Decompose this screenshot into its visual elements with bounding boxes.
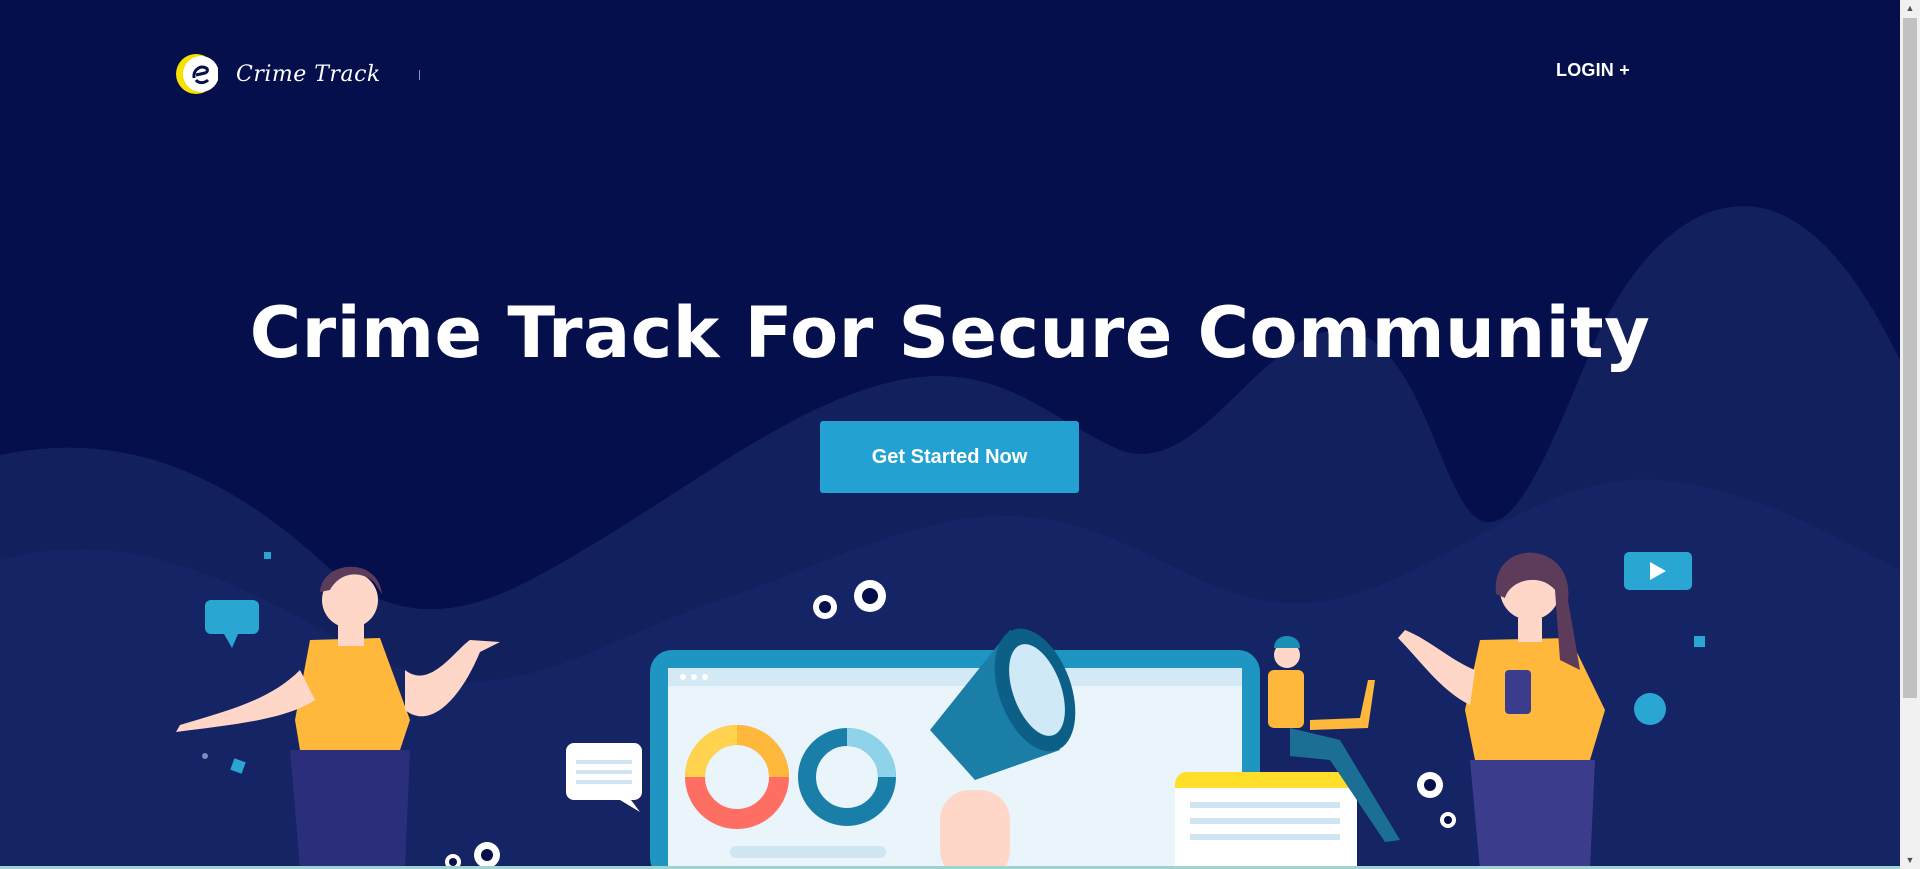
speech-bubble-icon (205, 600, 259, 648)
logo-mark-icon (176, 54, 218, 94)
nav-divider (419, 70, 420, 80)
decor-square (1694, 636, 1705, 647)
decor-square (230, 758, 246, 774)
hero-illustration (176, 552, 1705, 869)
scrollbar-thumb[interactable] (1903, 18, 1917, 698)
brand-logo[interactable]: Crime Track (174, 52, 381, 96)
scroll-down-icon[interactable]: ▼ (1900, 852, 1920, 869)
chat-bubble-icon (566, 743, 642, 812)
decor-square (264, 552, 271, 559)
woman-figure (1398, 552, 1605, 869)
decor-circle (1634, 693, 1666, 725)
hero-title: Crime Track For Secure Community (249, 292, 1651, 374)
decor-dot (202, 753, 208, 759)
get-started-button[interactable]: Get Started Now (820, 421, 1079, 493)
navbar: Crime Track LOGIN + (0, 0, 1900, 140)
scroll-up-icon[interactable]: ▲ (1900, 0, 1920, 17)
document-card (1175, 772, 1357, 869)
video-play-icon (1624, 552, 1692, 590)
login-link[interactable]: LOGIN + (1556, 60, 1630, 81)
brand-name: Crime Track (236, 61, 381, 87)
vertical-scrollbar[interactable]: ▲ ▼ (1900, 0, 1920, 869)
